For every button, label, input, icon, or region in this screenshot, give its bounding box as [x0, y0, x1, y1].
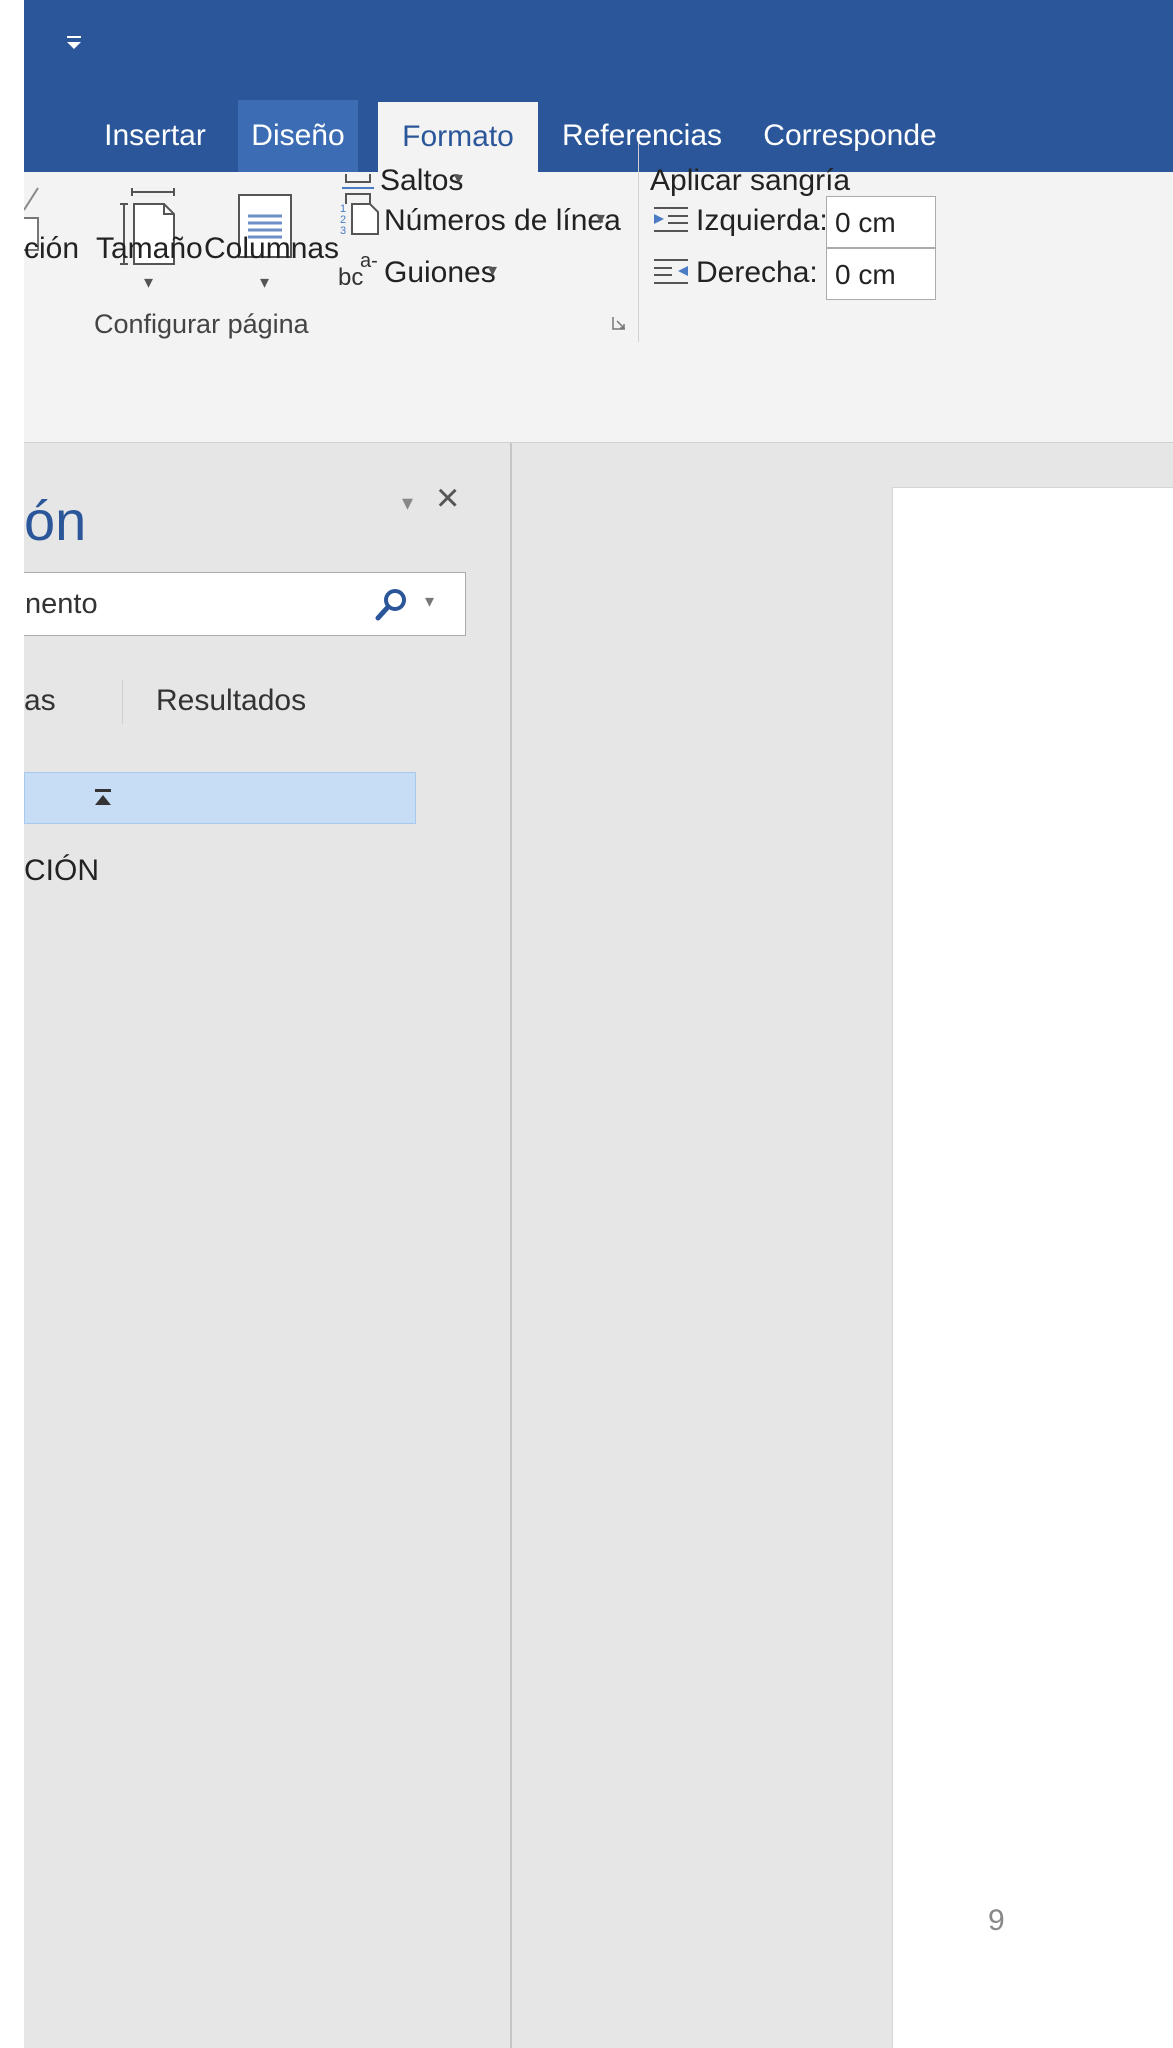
- page-setup-dialog-launcher-icon[interactable]: [612, 316, 626, 330]
- nav-search-input[interactable]: nento: [25, 573, 98, 635]
- ribbon-tabs: Insertar Diseño Formato Referencias Corr…: [24, 100, 1173, 172]
- ribbon-group-separator: [638, 142, 639, 342]
- navigation-pane-border: [510, 443, 512, 2048]
- nav-heading-item[interactable]: CIÓN: [24, 854, 99, 888]
- nav-tab-results[interactable]: Resultados: [156, 684, 306, 718]
- indent-left-icon: [654, 207, 688, 232]
- title-bar: [24, 0, 1173, 100]
- nav-tab-separator: [122, 680, 123, 724]
- indent-left-label: Izquierda:: [696, 204, 828, 237]
- nav-search-box[interactable]: nento ▾: [24, 572, 466, 636]
- collapse-up-icon[interactable]: [93, 787, 113, 807]
- tab-diseno[interactable]: Diseño: [238, 100, 358, 172]
- page-size-dropdown-icon[interactable]: ▾: [144, 272, 153, 293]
- tab-insertar[interactable]: Insertar: [72, 100, 238, 172]
- indent-right-input[interactable]: 0 cm: [826, 248, 936, 300]
- page-setup-group-label: Configurar página: [94, 309, 309, 339]
- tab-referencias[interactable]: Referencias: [552, 100, 732, 172]
- orientation-label[interactable]: ción: [24, 232, 79, 266]
- tab-formato[interactable]: Formato: [378, 102, 538, 172]
- indent-left-input[interactable]: 0 cm: [826, 196, 936, 248]
- hyphenation-dropdown-icon[interactable]: ▾: [488, 260, 497, 281]
- nav-heading-bar[interactable]: [24, 772, 416, 824]
- columns-dropdown-icon[interactable]: ▾: [260, 272, 269, 293]
- line-numbers-label[interactable]: Números de línea: [384, 204, 621, 238]
- nav-tab-pages[interactable]: as: [24, 684, 56, 718]
- word-window: Insertar Diseño Formato Referencias Corr…: [24, 0, 1173, 2048]
- indent-right-label: Derecha:: [696, 256, 818, 289]
- page-size-label[interactable]: Tamaño: [96, 232, 203, 266]
- indent-right-icon: [654, 259, 688, 284]
- hyphenation-icon[interactable]: a- bc: [338, 250, 382, 291]
- page-number: 9: [988, 1904, 1005, 1937]
- columns-label[interactable]: Columnas: [204, 232, 339, 266]
- nav-pane-options-icon[interactable]: ▾: [402, 490, 413, 516]
- line-numbers-dropdown-icon[interactable]: ▾: [596, 208, 605, 229]
- qat-customize-glyph: [67, 36, 81, 49]
- indent-title: Aplicar sangría: [650, 164, 851, 197]
- document-page[interactable]: [892, 487, 1173, 2048]
- search-options-dropdown-icon[interactable]: ▾: [425, 591, 434, 612]
- breaks-dropdown-icon[interactable]: ▾: [454, 168, 463, 189]
- ribbon: ción Tamaño ▾ Columnas ▾ Saltos ▾ 1 2 3 …: [24, 142, 1173, 443]
- nav-pane-close-icon[interactable]: ×: [436, 478, 459, 518]
- tab-correspondencia[interactable]: Corresponde: [750, 100, 950, 172]
- line-numbers-icon[interactable]: 1 2 3: [340, 200, 380, 236]
- qat-customize-icon[interactable]: [64, 30, 84, 56]
- breaks-label[interactable]: Saltos: [380, 164, 463, 198]
- nav-pane-title: ón: [24, 489, 87, 552]
- svg-text:3: 3: [340, 225, 346, 236]
- search-icon[interactable]: [375, 587, 409, 621]
- hyphenation-label[interactable]: Guiones: [384, 256, 496, 290]
- hyphenation-icon-text: bc: [338, 264, 364, 291]
